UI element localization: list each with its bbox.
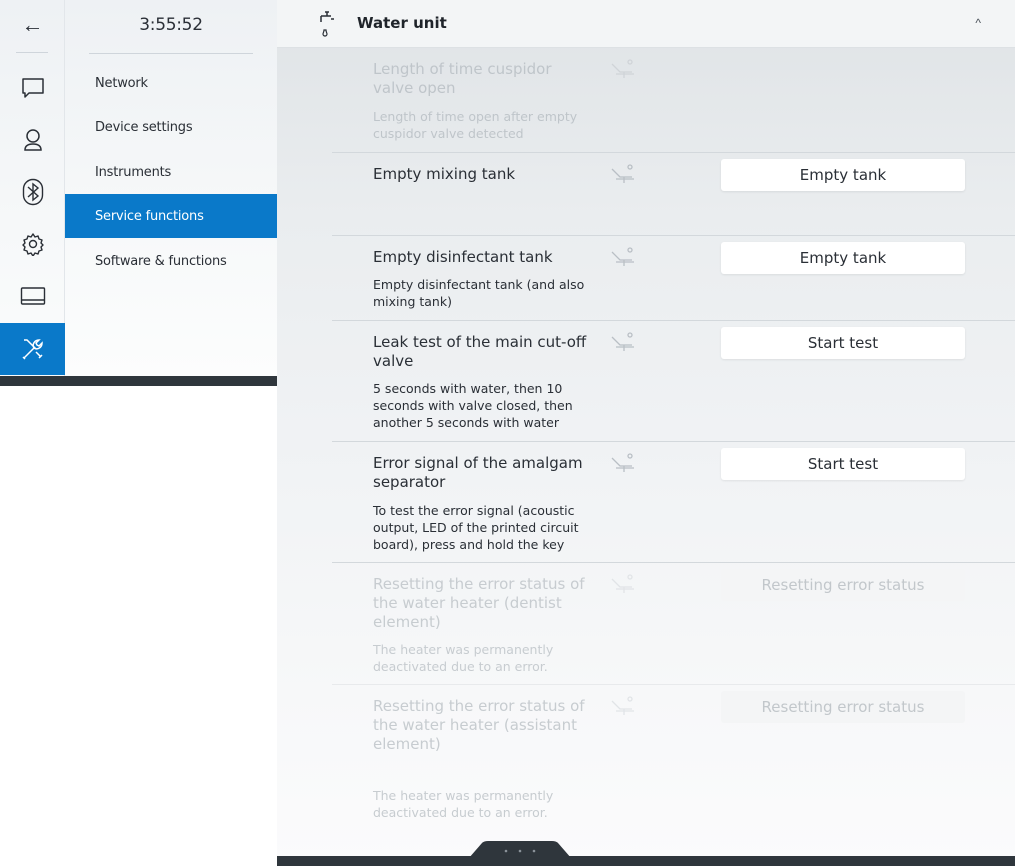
row-description: Length of time open after empty cuspidor…: [373, 109, 578, 141]
rail-item-messages[interactable]: [0, 62, 65, 114]
display-icon: [20, 287, 45, 305]
dental-chair-icon: [611, 696, 634, 715]
section-header-water-unit[interactable]: Water unit ^: [277, 0, 1015, 48]
menu-item-instruments[interactable]: Instruments: [65, 150, 277, 194]
row-description: 5 seconds with water, then 10 seconds wi…: [373, 381, 573, 430]
gear-icon: [21, 233, 44, 256]
row-description: Empty disinfectant tank (and also mixing…: [373, 277, 585, 309]
menu-item-network[interactable]: Network: [65, 61, 277, 105]
user-icon: [23, 129, 42, 151]
row-title: Resetting the error status of the water …: [373, 575, 585, 631]
empty-disinfectant-tank-button[interactable]: Empty tank: [721, 242, 965, 274]
list-item: Empty mixing tank Empty tank: [332, 153, 1015, 236]
menu-item-service-functions[interactable]: Service functions: [65, 194, 277, 238]
drawer-handle[interactable]: [462, 841, 578, 866]
row-description: To test the error signal (acoustic outpu…: [373, 503, 579, 552]
row-description: The heater was permanently deactivated d…: [373, 788, 554, 820]
row-title: Empty mixing tank: [373, 165, 516, 183]
list-item: Length of time cuspidor valve open Lengt…: [332, 48, 1015, 153]
rail-item-display[interactable]: [0, 270, 65, 322]
dental-chair-icon: [611, 247, 634, 266]
rail-divider: [16, 52, 48, 53]
rail-item-bluetooth[interactable]: [0, 166, 65, 218]
list-item: Error signal of the amalgam separator To…: [332, 442, 1015, 563]
bottom-bar: [277, 856, 1015, 866]
clock: 3:55:52: [139, 15, 203, 35]
amalgam-separator-test-button[interactable]: Start test: [721, 448, 965, 480]
list-item: Resetting the error status of the water …: [332, 563, 1015, 685]
arrow-left-icon: ←: [21, 12, 44, 37]
dental-chair-icon: [611, 59, 634, 78]
water-tap-icon: [320, 11, 334, 37]
reset-heater-assistant-button[interactable]: Resetting error status: [721, 691, 965, 723]
bluetooth-icon: [22, 178, 43, 206]
icon-rail: ←: [0, 0, 65, 376]
dental-chair-icon: [611, 164, 634, 183]
row-title: Error signal of the amalgam separator: [373, 454, 583, 491]
row-title: Leak test of the main cut-off valve: [373, 333, 587, 370]
menu-item-device-settings[interactable]: Device settings: [65, 105, 277, 149]
list-item: Empty disinfectant tank Empty disinfecta…: [332, 236, 1015, 321]
rail-item-user[interactable]: [0, 114, 65, 166]
menu-divider: [89, 53, 253, 54]
leak-test-start-button[interactable]: Start test: [721, 327, 965, 359]
dental-chair-icon: [611, 332, 634, 351]
left-panel-bottom-bar: [0, 376, 277, 386]
tools-icon: [21, 339, 43, 360]
back-button[interactable]: ←: [0, 0, 65, 50]
list-item: Leak test of the main cut-off valve 5 se…: [332, 321, 1015, 442]
settings-menu: 3:55:52 Network Device settings Instrume…: [65, 0, 277, 376]
section-title: Water unit: [357, 14, 447, 32]
list-item: Resetting the error status of the water …: [332, 685, 1015, 835]
menu-item-software-functions[interactable]: Software & functions: [65, 239, 277, 283]
row-title: Length of time cuspidor valve open: [373, 60, 552, 97]
reset-heater-dentist-button[interactable]: Resetting error status: [721, 569, 965, 601]
chat-icon: [21, 78, 44, 98]
row-title: Resetting the error status of the water …: [373, 697, 585, 753]
row-description: The heater was permanently deactivated d…: [373, 642, 554, 674]
dental-chair-icon: [611, 574, 634, 593]
rail-item-settings[interactable]: [0, 218, 65, 270]
dental-chair-icon: [611, 453, 634, 472]
chevron-up-icon[interactable]: ^: [975, 16, 981, 30]
rail-item-service[interactable]: [0, 323, 65, 375]
empty-mixing-tank-button[interactable]: Empty tank: [721, 159, 965, 191]
row-title: Empty disinfectant tank: [373, 248, 553, 266]
main-panel: Water unit ^ Length of time cuspidor val…: [277, 0, 1015, 866]
